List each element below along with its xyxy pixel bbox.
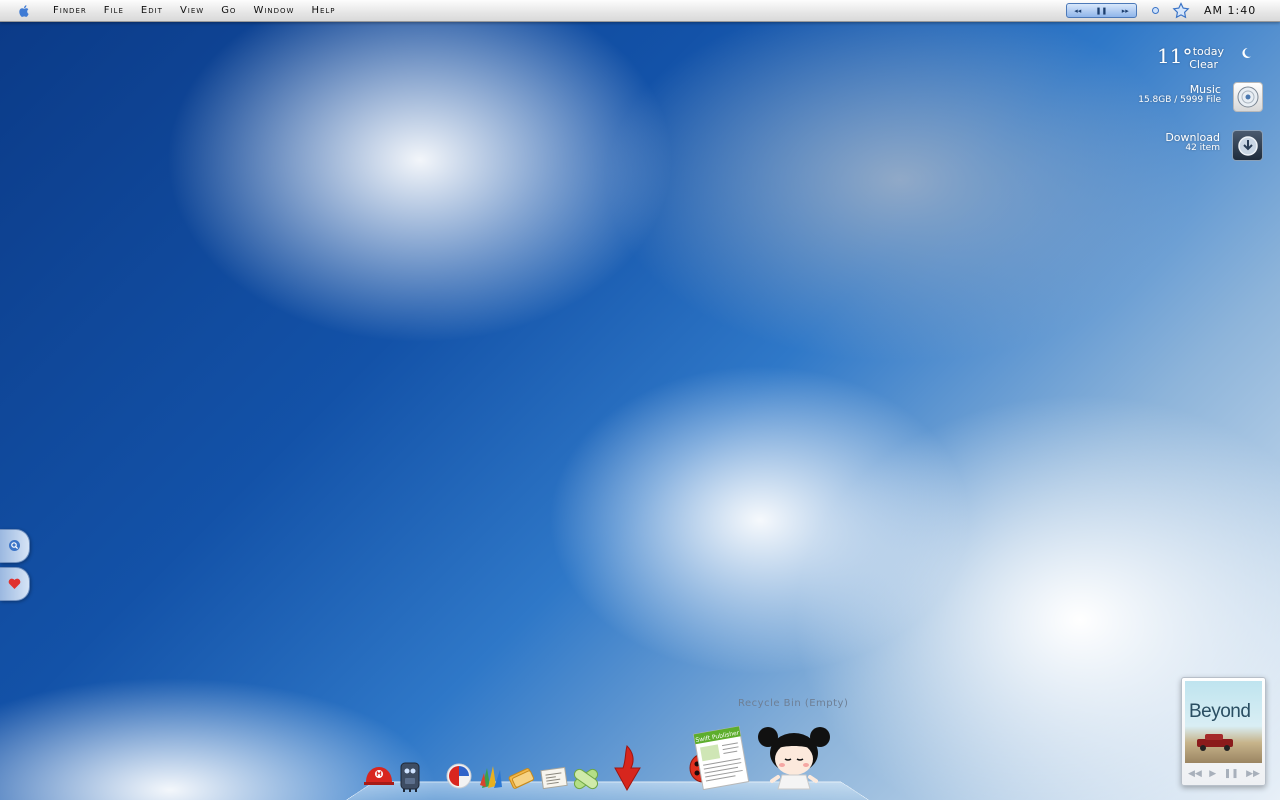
moon-icon (1240, 44, 1252, 58)
menu-view[interactable]: View (180, 5, 204, 16)
search-icon (8, 537, 21, 556)
heart-icon (8, 575, 21, 594)
dock-mario-cap-icon[interactable] (363, 762, 395, 790)
weather-day: today (1192, 45, 1224, 58)
star-icon[interactable] (1172, 2, 1190, 20)
download-folder-icon[interactable] (1232, 130, 1263, 161)
dock-palette-icon[interactable] (477, 763, 505, 791)
dock-recycle-bin-character-icon[interactable] (754, 723, 834, 791)
dock-newspaper-icon[interactable] (539, 765, 569, 791)
menu-file[interactable]: File (104, 5, 124, 16)
album-controls: ◀◀ ▶ ❚❚ ▶▶ (1188, 767, 1260, 781)
media-prev-button[interactable]: ◂◂ (1074, 7, 1081, 15)
music-stats: 15.8GB / 5999 File (1138, 95, 1221, 105)
side-tab-search[interactable] (0, 529, 30, 563)
apple-menu-icon[interactable] (17, 4, 31, 18)
weather-condition: Clear (1189, 58, 1218, 71)
album-pause-button[interactable]: ❚❚ (1224, 769, 1239, 779)
recycle-bin-label: Recycle Bin (Empty) (738, 698, 849, 709)
album-car-illustration (1197, 734, 1233, 751)
menubar-clock[interactable]: AM 1:40 (1204, 4, 1256, 17)
media-controls: ◂◂ ❚❚ ▸▸ (1066, 3, 1137, 18)
menu-help[interactable]: Help (311, 5, 335, 16)
side-tab-favorites[interactable] (0, 567, 30, 601)
album-play-button[interactable]: ▶ (1209, 769, 1216, 779)
dock-swift-publisher-icon[interactable]: Swift Publisher (690, 724, 752, 790)
menu-finder[interactable]: Finder (53, 5, 87, 16)
menu-bar: Finder File Edit View Go Window Help ◂◂ … (0, 0, 1280, 22)
dock-red-arrow-icon[interactable] (613, 744, 645, 792)
music-disc-icon[interactable] (1233, 82, 1263, 112)
dock-globe-icon[interactable] (445, 762, 473, 790)
dock-bandage-icon[interactable] (571, 765, 601, 793)
dock-tickets-icon[interactable] (507, 766, 537, 790)
menu-edit[interactable]: Edit (141, 5, 163, 16)
album-player-widget: Beyond ◀◀ ▶ ❚❚ ▶▶ (1181, 677, 1266, 786)
album-next-button[interactable]: ▶▶ (1246, 769, 1260, 779)
menu-go[interactable]: Go (221, 5, 236, 16)
download-stats: 42 item (1185, 143, 1220, 153)
media-next-button[interactable]: ▸▸ (1122, 7, 1129, 15)
album-prev-button[interactable]: ◀◀ (1188, 769, 1202, 779)
dock-robot-icon[interactable] (397, 761, 423, 793)
album-art[interactable]: Beyond (1185, 681, 1262, 763)
media-pause-button[interactable]: ❚❚ (1096, 7, 1108, 15)
menu-window[interactable]: Window (253, 5, 294, 16)
status-indicator-icon[interactable] (1152, 7, 1159, 14)
